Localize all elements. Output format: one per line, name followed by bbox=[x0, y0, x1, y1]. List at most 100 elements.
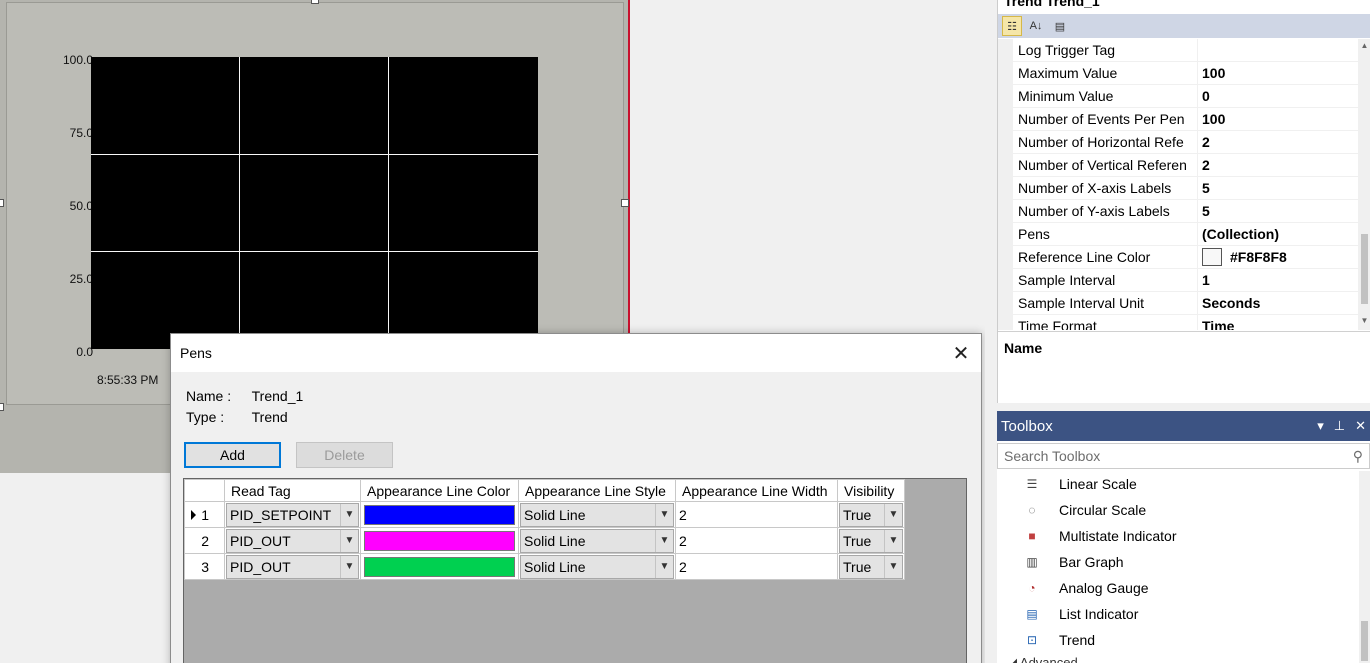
visibility-combo[interactable]: True ▼ bbox=[839, 502, 903, 527]
resize-handle[interactable] bbox=[311, 0, 319, 4]
property-row[interactable]: Number of Y-axis Labels 5 bbox=[998, 200, 1358, 223]
property-value[interactable]: 0 bbox=[1198, 85, 1358, 107]
property-value[interactable]: Seconds bbox=[1198, 292, 1358, 314]
line-style-cell[interactable]: Solid Line ▼ bbox=[518, 527, 676, 554]
panel-splitter[interactable] bbox=[985, 0, 997, 663]
resize-handle[interactable] bbox=[621, 199, 629, 207]
line-width-cell[interactable]: 2 bbox=[675, 501, 838, 528]
property-row[interactable]: Number of X-axis Labels 5 bbox=[998, 177, 1358, 200]
expand-icon[interactable]: ◢ bbox=[1007, 655, 1020, 663]
chevron-down-icon[interactable]: ▼ bbox=[884, 555, 902, 578]
column-header-line-color[interactable]: Appearance Line Color bbox=[360, 479, 519, 502]
column-header-read-tag[interactable]: Read Tag bbox=[224, 479, 361, 502]
row-header[interactable]: 1 bbox=[184, 501, 225, 528]
read-tag-cell[interactable]: PID_SETPOINT ▼ bbox=[224, 501, 361, 528]
property-row[interactable]: Reference Line Color #F8F8F8 bbox=[998, 246, 1358, 269]
line-color-swatch[interactable] bbox=[364, 504, 515, 525]
table-row[interactable]: 2 PID_OUT ▼ Solid Line ▼ 2 True ▼ bbox=[184, 527, 905, 554]
toolbox-item[interactable]: ■ Multistate Indicator bbox=[997, 523, 1357, 549]
line-style-combo[interactable]: Solid Line ▼ bbox=[520, 554, 674, 579]
property-row[interactable]: Number of Events Per Pen 100 bbox=[998, 108, 1358, 131]
chevron-down-icon[interactable]: ▼ bbox=[655, 555, 673, 578]
visibility-combo[interactable]: True ▼ bbox=[839, 528, 903, 553]
toolbox-group-advanced[interactable]: ◢ Advanced bbox=[1007, 655, 1078, 663]
line-width-cell[interactable]: 2 bbox=[675, 553, 838, 580]
chevron-down-icon[interactable]: ▼ bbox=[655, 503, 673, 526]
add-button[interactable]: Add bbox=[184, 442, 281, 468]
line-style-combo[interactable]: Solid Line ▼ bbox=[520, 528, 674, 553]
toolbox-search-input[interactable]: Search Toolbox ⚲ bbox=[997, 443, 1370, 469]
line-width-cell[interactable]: 2 bbox=[675, 527, 838, 554]
toolbox-item[interactable]: ▥ Bar Graph bbox=[997, 549, 1357, 575]
chevron-down-icon[interactable]: ▼ bbox=[655, 529, 673, 552]
column-header-line-style[interactable]: Appearance Line Style bbox=[518, 479, 676, 502]
chevron-down-icon[interactable]: ▼ bbox=[340, 503, 358, 526]
toolbox-item[interactable]: ⊡ Trend bbox=[997, 627, 1357, 653]
property-row[interactable]: Number of Vertical Referen 2 bbox=[998, 154, 1358, 177]
delete-button[interactable]: Delete bbox=[296, 442, 393, 468]
chevron-down-icon[interactable]: ▼ bbox=[340, 529, 358, 552]
line-color-swatch[interactable] bbox=[364, 556, 515, 577]
read-tag-cell[interactable]: PID_OUT ▼ bbox=[224, 527, 361, 554]
chevron-down-icon[interactable]: ▼ bbox=[340, 555, 358, 578]
property-value[interactable]: 1 bbox=[1198, 269, 1358, 291]
scroll-down-icon[interactable]: ▼ bbox=[1358, 316, 1370, 328]
property-value[interactable]: 5 bbox=[1198, 177, 1358, 199]
resize-handle[interactable] bbox=[0, 199, 4, 207]
property-row[interactable]: Maximum Value 100 bbox=[998, 62, 1358, 85]
read-tag-combo[interactable]: PID_OUT ▼ bbox=[226, 554, 359, 579]
pin-icon[interactable]: ⊥ bbox=[1334, 418, 1345, 434]
search-icon[interactable]: ⚲ bbox=[1353, 448, 1363, 465]
property-row[interactable]: Time Format Time bbox=[998, 315, 1358, 330]
column-header-line-width[interactable]: Appearance Line Width bbox=[675, 479, 838, 502]
chevron-down-icon[interactable]: ▼ bbox=[884, 529, 902, 552]
property-row[interactable]: Sample Interval 1 bbox=[998, 269, 1358, 292]
read-tag-combo[interactable]: PID_SETPOINT ▼ bbox=[226, 502, 359, 527]
scroll-up-icon[interactable]: ▲ bbox=[1358, 41, 1370, 53]
table-row[interactable]: 1 PID_SETPOINT ▼ Solid Line ▼ 2 True ▼ bbox=[184, 501, 905, 528]
toolbox-item[interactable]: ◔ Analog Gauge bbox=[997, 575, 1357, 601]
property-value-color[interactable]: #F8F8F8 bbox=[1198, 246, 1358, 268]
column-header-visibility[interactable]: Visibility bbox=[837, 479, 905, 502]
table-row[interactable]: 3 PID_OUT ▼ Solid Line ▼ 2 True ▼ bbox=[184, 553, 905, 580]
properties-scrollbar[interactable]: ▲ ▼ bbox=[1358, 39, 1370, 330]
scroll-thumb[interactable] bbox=[1361, 621, 1368, 661]
visibility-cell[interactable]: True ▼ bbox=[837, 527, 905, 554]
row-header[interactable]: 2 bbox=[184, 527, 225, 554]
property-value[interactable]: 2 bbox=[1198, 131, 1358, 153]
chevron-down-icon[interactable]: ▼ bbox=[884, 503, 902, 526]
sort-alphabetical-icon[interactable]: A↓ bbox=[1026, 16, 1046, 36]
read-tag-combo[interactable]: PID_OUT ▼ bbox=[226, 528, 359, 553]
property-value[interactable]: Time bbox=[1198, 315, 1358, 331]
line-color-cell[interactable] bbox=[360, 553, 519, 580]
property-pages-icon[interactable]: ▤ bbox=[1050, 16, 1070, 36]
property-row[interactable]: Log Trigger Tag bbox=[998, 39, 1358, 62]
property-value[interactable] bbox=[1198, 39, 1358, 61]
property-value[interactable]: (Collection) bbox=[1198, 223, 1358, 245]
scroll-thumb[interactable] bbox=[1361, 234, 1368, 304]
line-color-swatch[interactable] bbox=[364, 530, 515, 551]
line-style-cell[interactable]: Solid Line ▼ bbox=[518, 501, 676, 528]
visibility-cell[interactable]: True ▼ bbox=[837, 553, 905, 580]
property-row[interactable]: Number of Horizontal Refe 2 bbox=[998, 131, 1358, 154]
visibility-cell[interactable]: True ▼ bbox=[837, 501, 905, 528]
visibility-combo[interactable]: True ▼ bbox=[839, 554, 903, 579]
toolbox-scrollbar[interactable] bbox=[1359, 471, 1370, 663]
toolbox-item[interactable]: ◌ Circular Scale bbox=[997, 497, 1357, 523]
property-value[interactable]: 100 bbox=[1198, 62, 1358, 84]
property-row[interactable]: Pens (Collection) bbox=[998, 223, 1358, 246]
toolbox-item[interactable]: ▤ List Indicator bbox=[997, 601, 1357, 627]
line-color-cell[interactable] bbox=[360, 501, 519, 528]
property-row[interactable]: Sample Interval Unit Seconds bbox=[998, 292, 1358, 315]
property-row[interactable]: Minimum Value 0 bbox=[998, 85, 1358, 108]
toolbox-item[interactable]: ☰ Linear Scale bbox=[997, 471, 1357, 497]
close-icon[interactable]: ✕ bbox=[1355, 418, 1366, 434]
property-value[interactable]: 100 bbox=[1198, 108, 1358, 130]
read-tag-cell[interactable]: PID_OUT ▼ bbox=[224, 553, 361, 580]
dropdown-icon[interactable]: ▾ bbox=[1317, 418, 1324, 434]
close-icon[interactable]: ✕ bbox=[941, 334, 981, 372]
property-value[interactable]: 2 bbox=[1198, 154, 1358, 176]
line-style-cell[interactable]: Solid Line ▼ bbox=[518, 553, 676, 580]
row-header[interactable]: 3 bbox=[184, 553, 225, 580]
resize-handle[interactable] bbox=[0, 403, 4, 411]
